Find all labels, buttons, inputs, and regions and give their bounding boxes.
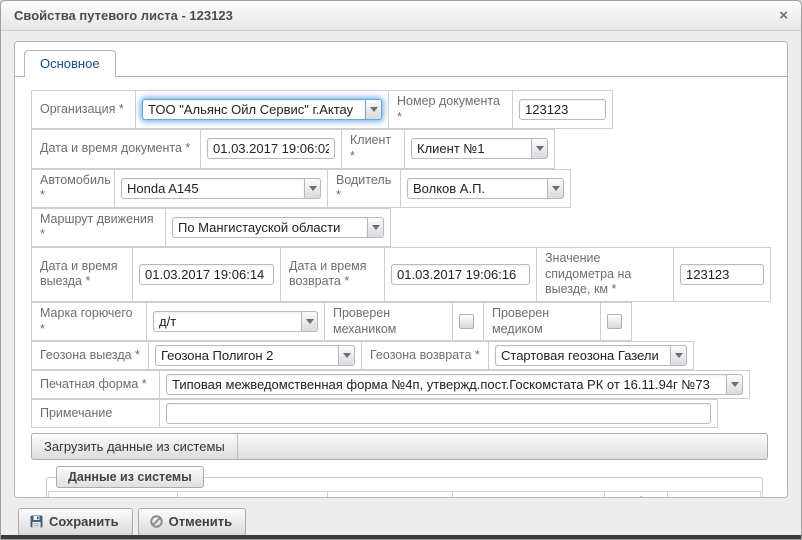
driver-combobox[interactable] [407,178,564,199]
driver-label: Водитель * [336,173,392,204]
chevron-down-icon [731,382,739,387]
depart-datetime-label: Дата и время выезда * [40,259,124,290]
doc-datetime-label: Дата и время документа * [40,141,190,157]
return-datetime-input[interactable] [391,264,530,285]
dialog-body-panel: Основное Организация * Номер документа * [14,41,788,498]
driver-dropdown-button[interactable] [547,178,564,199]
chevron-down-icon [309,186,317,191]
driver-input[interactable] [407,178,547,199]
dialog-titlebar: Свойства путевого листа - 123123 × [1,1,801,31]
close-icon[interactable]: × [776,8,791,23]
mechanic-check-label: Проверен механиком [333,306,444,337]
tab-main-body: Организация * Номер документа * [15,76,787,498]
cancel-button-label: Отменить [169,514,233,529]
return-datetime-label: Дата и время возврата * [289,259,376,290]
doc-datetime-input[interactable] [207,138,335,159]
medic-checkbox[interactable] [607,314,622,329]
client-dropdown-button[interactable] [531,138,548,159]
vehicle-input[interactable] [121,178,304,199]
chevron-down-icon [306,319,314,324]
form-row-route: Маршрут движения * [31,208,391,247]
save-button-label: Сохранить [49,514,119,529]
odometer-out-label: Значение спидометра на выезде, км * [545,251,665,298]
vehicle-label: Автомобиль * [40,173,111,204]
tab-main[interactable]: Основное [24,50,116,77]
geozone-return-label: Геозона возврата * [370,348,480,364]
cancel-icon [150,515,163,528]
system-data-fieldset: Данные из системы Факт.дата и время выез… [46,477,763,498]
save-button[interactable]: Сохранить [18,508,133,536]
chevron-down-icon [372,225,380,230]
form-row-doc-datetime: Дата и время документа * Клиент * [31,129,555,168]
geozone-out-combobox[interactable] [155,345,355,366]
chevron-down-icon [536,146,544,151]
fuel-brand-dropdown-button[interactable] [301,311,318,332]
fuel-brand-combobox[interactable] [153,311,318,332]
route-combobox[interactable] [172,217,384,238]
cancel-button[interactable]: Отменить [138,508,247,536]
note-input[interactable] [166,403,711,424]
load-system-data-button[interactable]: Загрузить данные из системы [31,433,768,460]
form-row-vehicle: Автомобиль * Водитель * [31,169,571,208]
odometer-out-input[interactable] [680,264,764,285]
organization-dropdown-button[interactable] [365,99,382,120]
system-data-legend: Данные из системы [56,466,204,488]
geozone-out-label: Геозона выезда * [40,348,140,364]
geozone-return-dropdown-button[interactable] [670,345,687,366]
geozone-return-input[interactable] [495,345,670,366]
client-combobox[interactable] [411,138,548,159]
form-row-geozones: Геозона выезда * Геозона возврата * [31,341,694,370]
route-dropdown-button[interactable] [367,217,384,238]
chevron-down-icon [343,353,351,358]
organization-combobox[interactable] [142,99,382,120]
depart-datetime-input[interactable] [139,264,274,285]
print-form-dropdown-button[interactable] [726,374,743,395]
print-form-combobox[interactable] [166,374,743,395]
geozone-out-input[interactable] [155,345,338,366]
print-form-input[interactable] [166,374,726,395]
form-row-note: Примечание [31,399,718,428]
vehicle-combobox[interactable] [121,178,321,199]
geozone-return-combobox[interactable] [495,345,687,366]
print-form-label: Печатная форма * [40,377,147,393]
form-row-organization: Организация * Номер документа * [31,90,613,129]
organization-label: Организация * [40,102,124,118]
doc-number-label: Номер документа * [397,94,504,125]
form-row-fuel: Марка горючего * Проверен механиком Пров… [31,302,632,341]
client-label: Клиент * [350,133,396,164]
window-bottom-edge [1,535,801,539]
form-row-departure: Дата и время выезда * Дата и время возвр… [31,247,771,302]
chevron-down-icon [675,353,683,358]
form-row-print-form: Печатная форма * [31,370,750,399]
chevron-down-icon [552,186,560,191]
system-data-row-1: Факт.дата и время выезда Факт.дата и вре… [48,491,761,498]
tab-strip: Основное [15,42,787,76]
waybill-properties-dialog: Свойства путевого листа - 123123 × Основ… [0,0,802,540]
load-system-data-button-label: Загрузить данные из системы [32,434,238,459]
organization-input[interactable] [142,99,365,120]
save-icon [30,515,43,528]
route-input[interactable] [172,217,367,238]
chevron-down-icon [370,107,378,112]
fuel-brand-input[interactable] [153,311,301,332]
note-label: Примечание [40,406,112,422]
vehicle-dropdown-button[interactable] [304,178,321,199]
fuel-brand-label: Марка горючего * [40,306,138,337]
route-label: Маршрут движения * [40,212,157,243]
doc-number-input[interactable] [519,99,606,120]
geozone-out-dropdown-button[interactable] [338,345,355,366]
medic-check-label: Проверен медиком [492,306,592,337]
client-input[interactable] [411,138,531,159]
dialog-title: Свойства путевого листа - 123123 [14,8,776,23]
mechanic-checkbox[interactable] [459,314,474,329]
dialog-footer: Сохранить Отменить [1,498,801,536]
